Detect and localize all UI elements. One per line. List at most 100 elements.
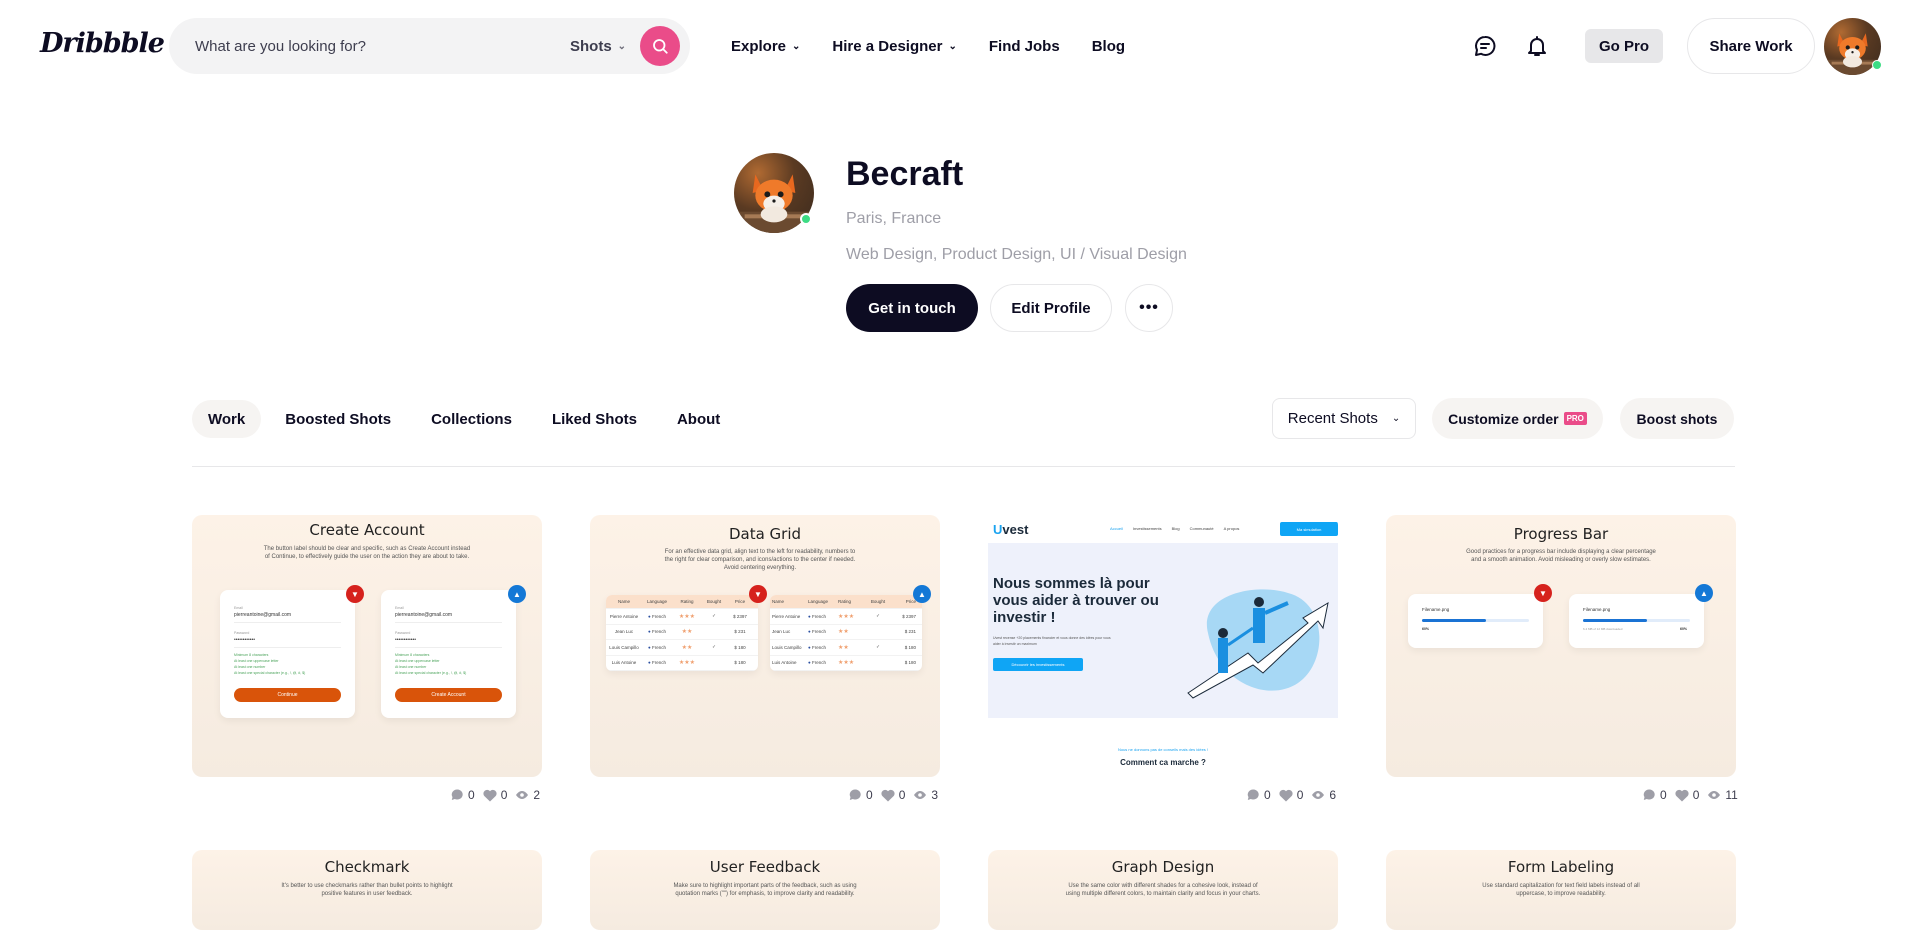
thumbs-down-icon: ▼	[1534, 584, 1552, 602]
message-icon	[1475, 35, 1496, 56]
shot-card-data-grid[interactable]: Data Grid For an effective data grid, al…	[590, 515, 940, 777]
bad-example-card: Filename.png 60%	[1408, 594, 1543, 648]
shot-description: The button label should be clear and spe…	[263, 546, 471, 560]
grid-cell: Luis Antoine	[611, 660, 637, 666]
grid-cell: $ 231	[904, 629, 916, 635]
get-in-touch-button[interactable]: Get in touch	[846, 284, 978, 332]
rule: Minimum 8 characters	[234, 653, 269, 657]
boost-shots-button[interactable]: Boost shots	[1620, 398, 1734, 439]
thumbs-down-icon: ▼	[749, 585, 767, 603]
nav-explore[interactable]: Explore ⌄	[731, 38, 800, 55]
comment-icon	[1643, 789, 1655, 800]
grid-row: Luis Antoine ● French ★★★ $ 180	[606, 656, 758, 671]
password-label: Password	[395, 631, 411, 635]
shot-description: Use standard capitalization for text fie…	[1482, 883, 1640, 897]
tab-boosted-shots[interactable]: Boosted Shots	[269, 400, 407, 438]
shot-card-user-feedback[interactable]: User Feedback Make sure to highlight imp…	[590, 850, 940, 930]
go-pro-button[interactable]: Go Pro	[1585, 29, 1663, 63]
email-label: Email	[234, 606, 243, 610]
profile-location: Paris, France	[846, 210, 942, 227]
percent-label: 60%	[1422, 627, 1430, 631]
shot-card-graph-design[interactable]: Graph Design Use the same color with dif…	[988, 850, 1338, 930]
email-value: pierreantoine@gmail.com	[395, 612, 453, 618]
chevron-down-icon: ⌄	[617, 40, 627, 52]
good-example-card: Email pierreantoine@gmail.com Password •…	[381, 590, 516, 718]
pro-badge: PRO	[1563, 412, 1587, 425]
online-status-dot	[1872, 60, 1882, 70]
shot-card-checkmark[interactable]: Checkmark It's better to use checkmarks …	[192, 850, 542, 930]
views-stat: 11	[1707, 788, 1738, 802]
grid-cell: ● French	[648, 613, 666, 619]
dribbble-logo[interactable]: Dribbble	[40, 28, 165, 59]
grid-cell: Luis Antoine	[772, 660, 797, 666]
sort-dropdown[interactable]: Recent Shots ⌄	[1272, 398, 1416, 439]
tab-liked-shots[interactable]: Liked Shots	[536, 400, 653, 438]
continue-button-preview: Continue	[234, 688, 341, 702]
grid-cell: $ 180	[734, 660, 746, 666]
chevron-down-icon: ⌄	[792, 40, 801, 52]
nav-find-jobs[interactable]: Find Jobs	[989, 38, 1060, 55]
grid-cell: Name	[772, 599, 785, 604]
heart-icon	[881, 789, 895, 801]
messages-button[interactable]	[1470, 30, 1500, 62]
search-icon	[653, 39, 668, 54]
more-options-button[interactable]: •••	[1125, 284, 1173, 332]
grid-cell: ● French	[808, 613, 826, 619]
likes-stat[interactable]: 0	[881, 788, 905, 802]
shot-description: Good practices for a progress bar includ…	[1466, 549, 1656, 563]
search-input[interactable]	[195, 18, 525, 74]
grid-cell: $ 180	[904, 644, 916, 650]
shot-card-progress-bar[interactable]: Progress Bar Good practices for a progre…	[1386, 515, 1736, 777]
shot-card-form-labeling[interactable]: Form Labeling Use standard capitalizatio…	[1386, 850, 1736, 930]
grid-row: Jean Luc ● French ★★ $ 231	[606, 625, 758, 640]
grid-cell: Price	[734, 599, 746, 604]
search-scope-dropdown[interactable]: Shots ⌄	[570, 18, 626, 74]
password-value: ••••••••••••	[234, 637, 256, 643]
grid-cell: Pierre Antoine	[772, 613, 801, 619]
notifications-button[interactable]	[1522, 30, 1552, 62]
grid-cell: ● French	[648, 644, 666, 650]
share-work-button[interactable]: Share Work	[1687, 18, 1815, 74]
nav-blog[interactable]: Blog	[1092, 38, 1125, 55]
grid-cell: ● French	[648, 629, 666, 635]
nav-hire-designer[interactable]: Hire a Designer ⌄	[832, 38, 956, 55]
progress-fill	[1422, 619, 1487, 622]
comments-stat: 0	[1643, 788, 1667, 802]
likes-stat[interactable]: 0	[1279, 788, 1303, 802]
grid-cell: Price	[905, 599, 916, 604]
shot-stats: 0 0 11	[1639, 788, 1738, 802]
eye-icon	[1312, 791, 1325, 799]
uvest-cta: Ma simulation	[1280, 522, 1338, 536]
grid-cell: Pierre Antoine	[609, 613, 639, 619]
comments-stat: 0	[849, 788, 873, 802]
tab-collections[interactable]: Collections	[415, 400, 528, 438]
comment-icon	[1247, 789, 1259, 800]
shot-description: It's better to use checkmarks rather tha…	[281, 883, 453, 897]
eye-icon	[914, 791, 927, 799]
grid-cell: ★★★	[678, 613, 696, 620]
rule: At least one special character (e.g., !,…	[234, 671, 306, 675]
comment-icon	[849, 789, 861, 800]
likes-stat[interactable]: 0	[1675, 788, 1699, 802]
shot-card-create-account[interactable]: Create Account The button label should b…	[192, 515, 542, 777]
password-label: Password	[234, 631, 250, 635]
search-button[interactable]	[640, 26, 680, 66]
comment-icon	[451, 789, 463, 800]
rule: At least one uppercase letter	[395, 659, 440, 663]
likes-stat[interactable]: 0	[483, 788, 507, 802]
main-nav: Explore ⌄ Hire a Designer ⌄ Find Jobs Bl…	[731, 0, 1125, 92]
nav-find-jobs-label: Find Jobs	[988, 37, 1060, 55]
customize-order-button[interactable]: Customize order PRO	[1432, 398, 1603, 439]
shot-card-uvest[interactable]: Uvest Accueil Investissements Blog Commu…	[988, 515, 1338, 777]
good-example-card: Filename.png 6.4 MB of 12 MB downloaded …	[1569, 594, 1704, 648]
rule: At least one special character (e.g., !,…	[395, 671, 467, 675]
grid-cell: Name	[617, 599, 630, 604]
search-scope-label: Shots	[570, 37, 612, 55]
shot-title: Graph Design	[1111, 858, 1215, 876]
tab-about[interactable]: About	[661, 400, 736, 438]
edit-profile-button[interactable]: Edit Profile	[990, 284, 1112, 332]
tab-work[interactable]: Work	[192, 400, 262, 438]
rule: Minimum 8 characters	[395, 653, 430, 657]
grid-cell: ● French	[808, 644, 826, 650]
profile-skills: Web Design, Product Design, UI / Visual …	[846, 246, 1187, 263]
